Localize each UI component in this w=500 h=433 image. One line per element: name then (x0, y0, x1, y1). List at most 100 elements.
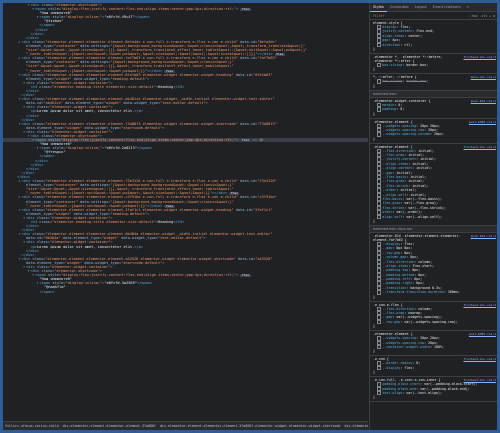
semicolon: ; (434, 157, 437, 162)
dom-node-row[interactable]: </span> (3, 290, 368, 294)
semicolon: ; (424, 272, 427, 277)
property-name[interactable]: --gap (382, 247, 392, 251)
style-rule: main.min.css:1 *, ::after, ::before {box-… (370, 74, 497, 91)
property-name[interactable]: --border-radius (382, 362, 412, 366)
styles-filter-bar[interactable]: Filter :hov .cls + ⊡ (370, 12, 497, 20)
semicolon: ; (430, 306, 433, 311)
property-value[interactable]: border-box (406, 80, 426, 84)
rule-source-link[interactable]: main.min.css:1 (471, 75, 496, 79)
rule-header: post-614.css:1 .elementor-614 .elementor-… (373, 234, 496, 242)
property-value[interactable]: var(--widgets-spacing-row) (404, 320, 456, 324)
property-value[interactable]: initial (400, 188, 414, 192)
property-value[interactable]: 20px 20px (420, 336, 438, 340)
property-value[interactable]: center (408, 34, 420, 38)
property-value[interactable]: var(--order) (396, 210, 420, 214)
semicolon: ; (418, 268, 421, 273)
rule-source-link[interactable]: post-614.css:1 (471, 234, 496, 238)
style-rule: frontend.min.css:2 .e-con {--border-radiu… (370, 356, 497, 378)
property-value[interactable]: 300ms (448, 290, 458, 294)
rule-selector: .elementor *, .elementor *::before, .ele… (373, 54, 443, 63)
property-value[interactable]: border-box (406, 63, 426, 67)
property-checkbox[interactable] (377, 390, 382, 396)
inherited-header: Inherited from (370, 90, 497, 98)
property-checkbox[interactable] (377, 132, 382, 137)
property-value[interactable]: var(--align-self) (406, 215, 440, 219)
rule-source-link[interactable]: post-614.css:1 (471, 99, 496, 103)
property-name[interactable]: text-align (382, 391, 402, 395)
rule-close: } (373, 370, 375, 375)
property-checkbox[interactable] (377, 79, 382, 84)
property-name[interactable]: --order (382, 188, 396, 192)
style-rule: frontend.min.css:2 .elementor-element {--… (370, 144, 497, 226)
rule-source-link[interactable]: frontend.min.css:2 (463, 145, 496, 149)
styles-pane: Styles Computed Layout Event Listeners» Fil… (369, 3, 497, 430)
property-value[interactable]: var(--text-align) (406, 391, 440, 395)
semicolon: ; (430, 166, 433, 171)
elements-panel[interactable]: ▾<div class="elementor-shortcode"> ▾<span… (3, 3, 368, 421)
style-rule: frontend.min.css:2 .e-con-full, .e-con>.e… (370, 377, 497, 403)
property-checkbox[interactable] (377, 42, 382, 47)
rule-close: } (373, 218, 375, 223)
semicolon: ; (414, 188, 417, 193)
rule-close: } (373, 136, 375, 141)
property-name[interactable]: --transform-transition-duration (382, 290, 444, 294)
property-checkbox[interactable] (377, 365, 382, 371)
property-name[interactable]: padding (382, 107, 396, 111)
semicolon: ; (438, 123, 440, 128)
property-checkbox[interactable] (377, 62, 382, 68)
property-value[interactable]: 20px (434, 133, 442, 137)
semicolon: ; (438, 336, 440, 341)
property-checkbox[interactable] (377, 214, 382, 219)
property-name[interactable]: --row-gap (382, 320, 400, 324)
property-value[interactable]: initial (416, 166, 430, 170)
filter-input[interactable]: Filter (373, 14, 385, 18)
breadcrumb-item[interactable]: div.elementor-element.elementor-element-… (61, 424, 158, 428)
rule-source-link[interactable]: frontend.min.css:2 (463, 357, 496, 361)
property-checkbox[interactable] (377, 107, 382, 112)
breadcrumb-item[interactable]: fullsrc.nfacux-coriux-child (3, 424, 61, 428)
property-value[interactable]: flex-end (416, 30, 432, 34)
style-rule: post-614.css:1 .elementor-614 .elementor-… (370, 233, 497, 302)
property-name[interactable]: justify-content (382, 30, 412, 34)
property-value[interactable]: var(--flex-grow) (404, 202, 436, 206)
inherited-header: Inherited from div.e-con (370, 225, 497, 233)
property-value[interactable]: 100% (434, 345, 442, 349)
property-name[interactable]: --align-content (382, 166, 412, 170)
property-value[interactable]: 0px 0px (396, 247, 410, 251)
property-name[interactable]: --container-widget-width (382, 345, 430, 349)
property-checkbox[interactable] (377, 290, 382, 295)
semicolon: ; (436, 201, 439, 206)
property-name[interactable]: order (382, 210, 392, 214)
rule-source-link[interactable]: post-6385.css:1 (469, 120, 496, 124)
property-name[interactable]: --column-gap (382, 255, 406, 259)
tab-event-listeners[interactable]: Event Listeners (430, 3, 464, 11)
property-checkbox[interactable] (377, 319, 382, 325)
breadcrumb-item[interactable]: div.elementor-widget-container (343, 424, 368, 428)
rule-source-link[interactable]: frontend.min.css:3 (463, 55, 496, 59)
rule-source-link[interactable]: post-6385.css:1 (469, 332, 496, 336)
property-name[interactable]: align-self (382, 215, 402, 219)
property-name[interactable]: --widgets-spacing-column (382, 133, 430, 137)
property-name[interactable]: flex-grow (382, 202, 400, 206)
property-value[interactable]: var(--padding-block-start) (424, 382, 476, 386)
semicolon: ; (439, 214, 442, 219)
breadcrumb-item[interactable]: div.elementor-element.elementor-element-… (158, 424, 343, 428)
property-value[interactable]: flex (404, 366, 412, 370)
rule-header: frontend.min.css:3 .elementor *, .element… (373, 55, 496, 63)
property-name[interactable]: padding-block-start (382, 382, 420, 386)
property-name[interactable]: direction (382, 43, 400, 47)
filter-controls[interactable]: :hov .cls + ⊡ (470, 14, 495, 18)
property-name[interactable]: --padding-top (382, 268, 408, 272)
tab-layout[interactable]: Layout (412, 3, 430, 11)
style-rule: element.style {display: flex; justify-con… (370, 20, 497, 54)
property-name[interactable]: --display (382, 366, 400, 370)
rule-source-link[interactable]: frontend.min.css:2 (463, 303, 496, 307)
tab-more[interactable]: » (464, 3, 472, 11)
property-name[interactable]: --widgets-spacing (382, 336, 416, 340)
property-name[interactable]: box-sizing (382, 80, 402, 84)
semicolon: ; (475, 382, 478, 387)
tab-computed[interactable]: Computed (387, 3, 412, 11)
tab-styles[interactable]: Styles (370, 3, 387, 12)
property-name[interactable]: box-sizing (382, 63, 402, 67)
property-checkbox[interactable] (377, 344, 382, 350)
